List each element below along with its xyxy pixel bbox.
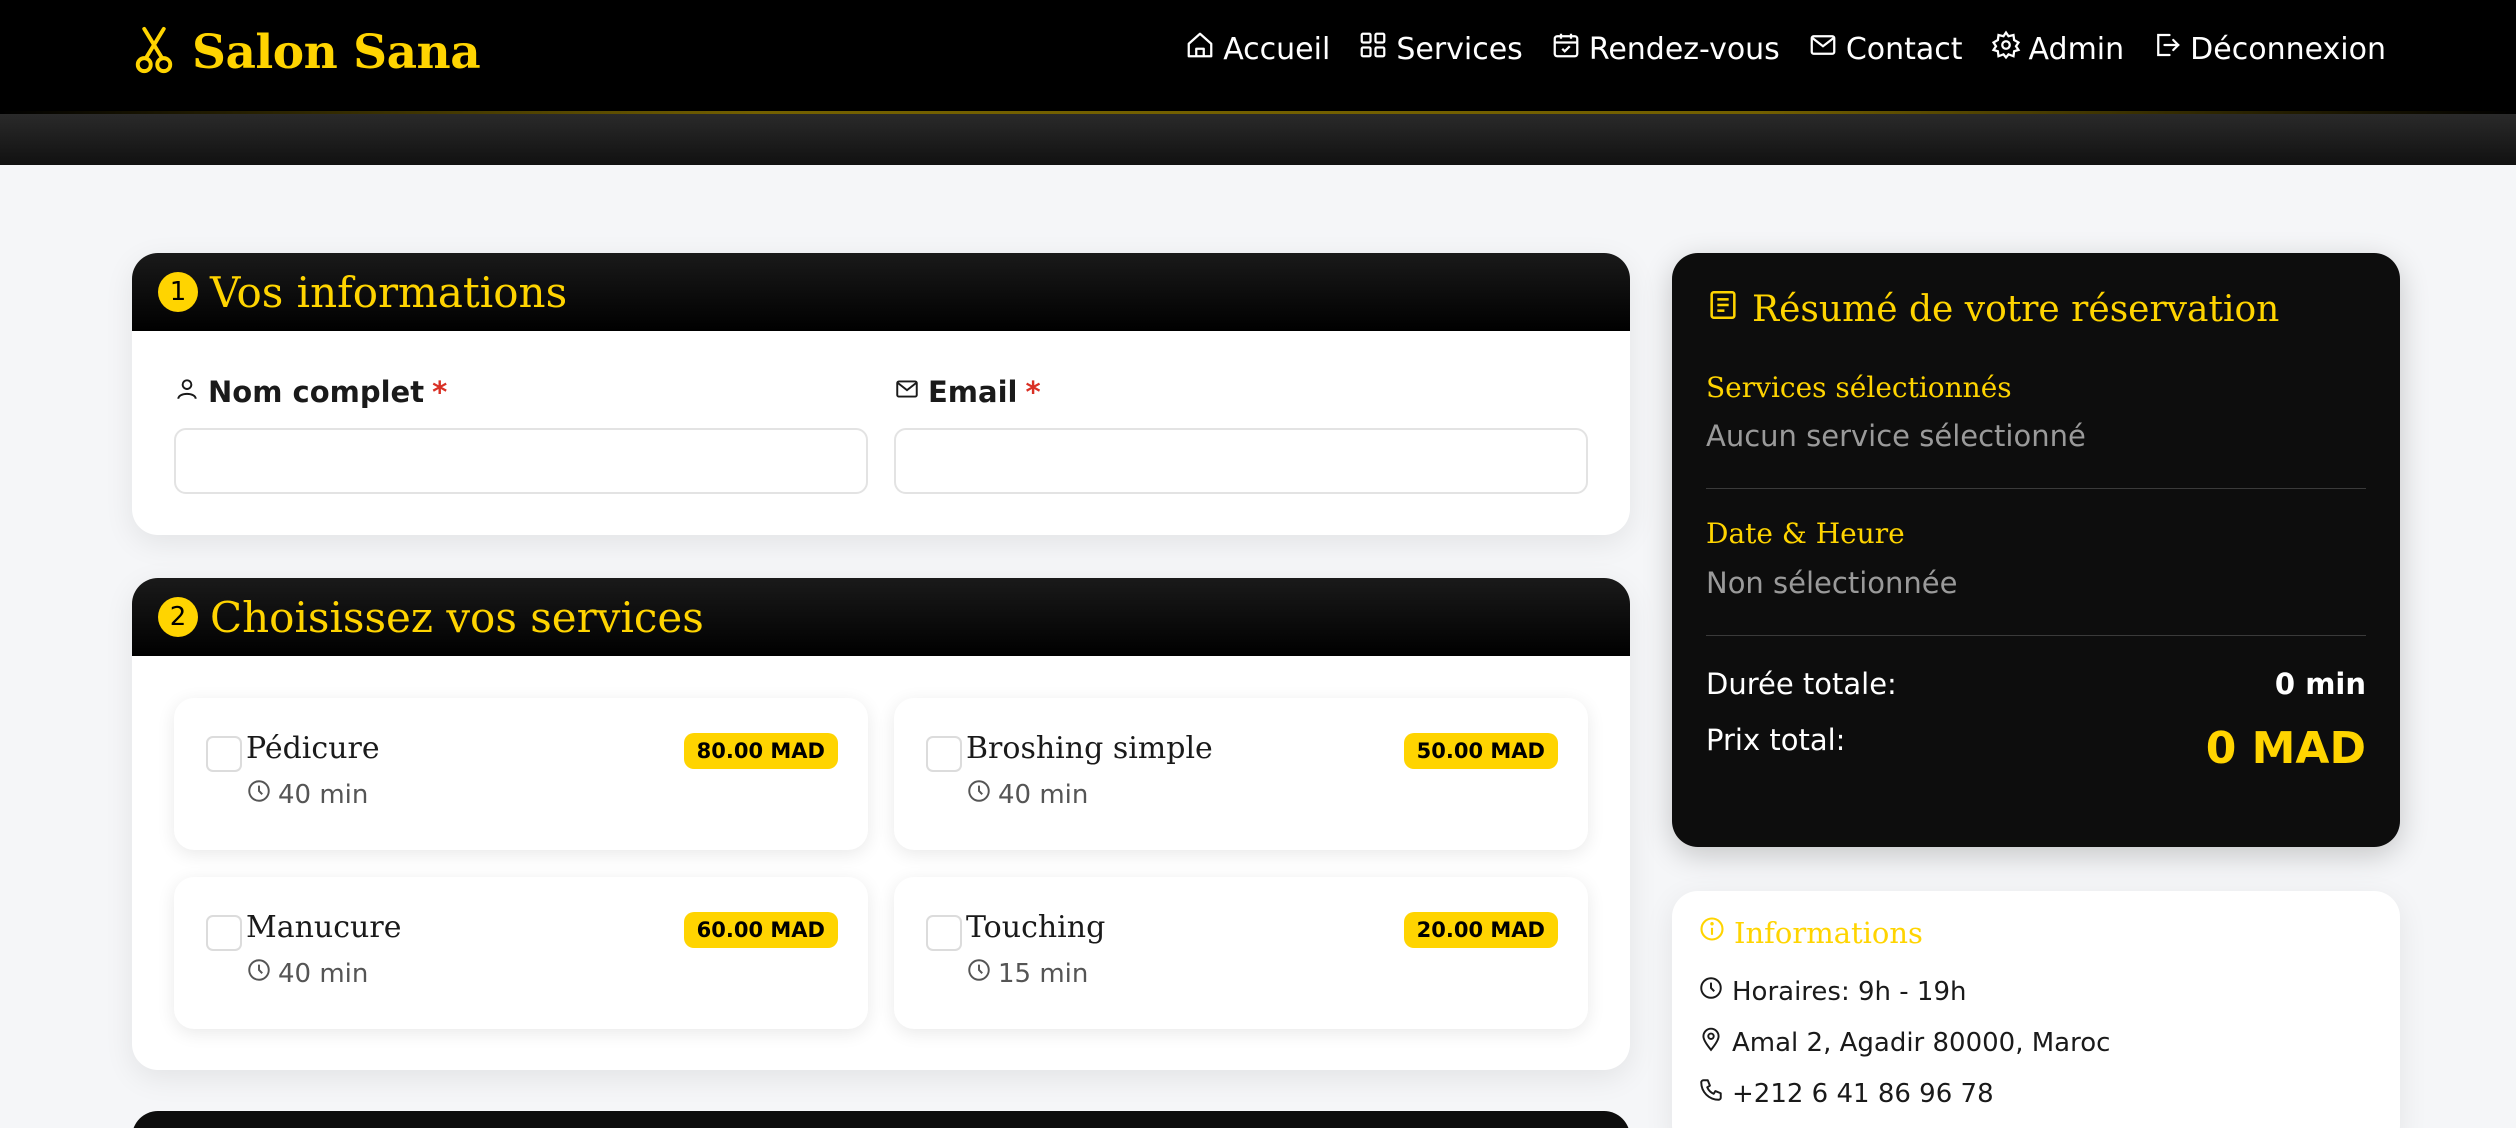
map-pin-icon — [1698, 1026, 1724, 1059]
card-header: 1 Vos informations — [132, 253, 1630, 331]
service-price-badge: 80.00 MAD — [683, 733, 838, 769]
nav-label: Rendez-vous — [1588, 31, 1780, 67]
required-mark: * — [1025, 375, 1041, 409]
scissors-icon — [134, 24, 174, 80]
info-icon — [1698, 915, 1726, 950]
card-title: Choisissez vos services — [210, 592, 704, 642]
service-checkbox[interactable] — [206, 915, 242, 951]
summary-title: Résumé de votre réservation — [1706, 287, 2279, 332]
summary-title-text: Résumé de votre réservation — [1752, 289, 2280, 330]
info-title-text: Informations — [1734, 915, 1923, 950]
nav-rendez-vous[interactable]: Rendez-vous — [1551, 30, 1780, 68]
service-duration: 15 min — [966, 957, 1088, 990]
grid-icon — [1358, 30, 1388, 68]
service-price-badge: 60.00 MAD — [683, 912, 838, 948]
service-duration-text: 40 min — [278, 958, 369, 989]
duration-value: 0 min — [2274, 667, 2366, 701]
name-input[interactable] — [174, 428, 868, 494]
nav-label: Contact — [1845, 31, 1963, 67]
calendar-check-icon — [1551, 30, 1581, 68]
main-nav: Accueil Services Rendez-vous Contact Adm… — [1185, 30, 2386, 68]
duration-label: Durée totale: — [1706, 667, 1897, 701]
nav-admin[interactable]: Admin — [1991, 30, 2125, 68]
header-banner — [0, 114, 2516, 165]
reservation-summary: Résumé de votre réservation Services sél… — [1672, 253, 2400, 847]
nav-label: Accueil — [1223, 31, 1331, 67]
service-name: Manucure — [246, 910, 402, 945]
nav-accueil[interactable]: Accueil — [1185, 30, 1330, 68]
nav-label: Services — [1396, 31, 1523, 67]
nav-deconnexion[interactable]: Déconnexion — [2152, 30, 2386, 68]
home-icon — [1185, 30, 1215, 68]
divider — [1706, 635, 2366, 636]
service-price-badge: 20.00 MAD — [1403, 912, 1558, 948]
navbar: Salon Sana Accueil Services Rendez-vous … — [0, 0, 2516, 114]
card-title: Vos informations — [210, 267, 568, 317]
nav-label: Admin — [2028, 31, 2125, 67]
service-duration-text: 40 min — [278, 779, 369, 810]
service-card-manucure[interactable]: Manucure 40 min 60.00 MAD — [174, 877, 868, 1029]
email-input[interactable] — [894, 428, 1588, 494]
datetime-value: Non sélectionnée — [1706, 566, 1958, 600]
services-selected-label: Services sélectionnés — [1706, 371, 2012, 404]
clock-icon — [1698, 975, 1724, 1008]
services-selected-value: Aucun service sélectionné — [1706, 419, 2086, 453]
info-hours-text: Horaires: 9h - 19h — [1732, 976, 1967, 1007]
email-label-text: Email — [928, 375, 1018, 409]
price-label: Prix total: — [1706, 723, 1846, 757]
service-duration-text: 40 min — [998, 779, 1089, 810]
divider — [1706, 488, 2366, 489]
email-label: Email * — [894, 375, 1041, 409]
user-icon — [174, 375, 200, 409]
service-duration: 40 min — [246, 778, 368, 811]
service-duration: 40 min — [246, 957, 368, 990]
service-card-broshing[interactable]: Broshing simple 40 min 50.00 MAD — [894, 698, 1588, 850]
service-duration-text: 15 min — [998, 958, 1089, 989]
step-badge: 2 — [158, 597, 198, 637]
required-mark: * — [432, 375, 448, 409]
service-checkbox[interactable] — [206, 736, 242, 772]
nav-contact[interactable]: Contact — [1808, 30, 1963, 68]
clock-icon — [246, 957, 272, 990]
info-card: Informations Horaires: 9h - 19h Amal 2, … — [1672, 891, 2400, 1128]
service-name: Touching — [966, 910, 1106, 945]
card-step3 — [132, 1111, 1630, 1128]
info-address: Amal 2, Agadir 80000, Maroc — [1698, 1026, 2110, 1059]
price-value: 0 MAD — [2205, 723, 2366, 774]
service-price-badge: 50.00 MAD — [1403, 733, 1558, 769]
service-card-touching[interactable]: Touching 15 min 20.00 MAD — [894, 877, 1588, 1029]
info-phone-text: +212 6 41 86 96 78 — [1732, 1078, 1994, 1109]
envelope-icon — [1808, 30, 1838, 68]
envelope-icon — [894, 375, 920, 409]
phone-icon — [1698, 1077, 1724, 1110]
service-card-pedicure[interactable]: Pédicure 40 min 80.00 MAD — [174, 698, 868, 850]
service-duration: 40 min — [966, 778, 1088, 811]
info-title: Informations — [1698, 915, 1923, 950]
brand-name: Salon Sana — [192, 24, 481, 80]
step-badge: 1 — [158, 272, 198, 312]
service-name: Broshing simple — [966, 731, 1213, 766]
gear-icon — [1991, 30, 2021, 68]
name-label: Nom complet * — [174, 375, 447, 409]
brand[interactable]: Salon Sana — [134, 24, 481, 80]
info-phone[interactable]: +212 6 41 86 96 78 — [1698, 1077, 1994, 1110]
clock-icon — [966, 778, 992, 811]
service-name: Pédicure — [246, 731, 380, 766]
info-address-text: Amal 2, Agadir 80000, Maroc — [1732, 1027, 2111, 1058]
receipt-icon — [1706, 287, 1740, 332]
logout-icon — [2152, 30, 2182, 68]
clock-icon — [246, 778, 272, 811]
nav-label: Déconnexion — [2190, 31, 2386, 67]
nav-services[interactable]: Services — [1358, 30, 1523, 68]
service-checkbox[interactable] — [926, 736, 962, 772]
name-label-text: Nom complet — [208, 375, 425, 409]
clock-icon — [966, 957, 992, 990]
card-services: 2 Choisissez vos services Pédicure 40 mi… — [132, 578, 1630, 1070]
datetime-label: Date & Heure — [1706, 517, 1905, 550]
service-checkbox[interactable] — [926, 915, 962, 951]
info-hours: Horaires: 9h - 19h — [1698, 975, 1966, 1008]
card-header: 2 Choisissez vos services — [132, 578, 1630, 656]
card-informations: 1 Vos informations Nom complet * Email * — [132, 253, 1630, 535]
